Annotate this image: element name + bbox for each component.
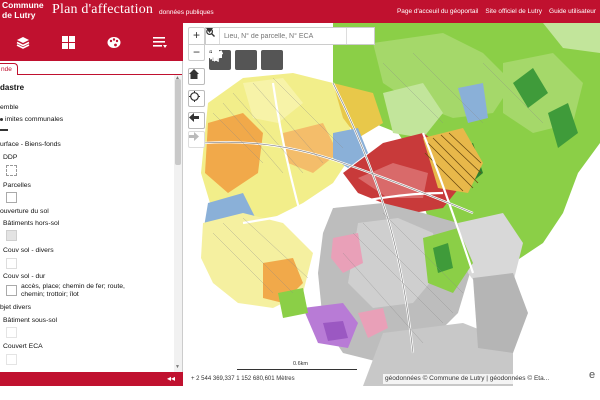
sidebar-footer: ◂◂ [0, 372, 183, 386]
batiments-symbol [6, 230, 17, 241]
top-header: Commune de Lutry Plan d'affectation donn… [0, 0, 600, 23]
legend-item-couv-dur: Couv sol - dur [3, 273, 46, 280]
palette-icon[interactable] [102, 30, 126, 54]
bat-sous-sol-symbol [6, 327, 17, 338]
zoom-control: + − [188, 27, 205, 61]
zoning-map[interactable] [183, 23, 600, 386]
limites-symbol [0, 118, 3, 121]
legend-tabbar: nde [0, 61, 182, 75]
link-official-site[interactable]: Site officiel de Lutry [485, 8, 542, 15]
ddp-symbol [6, 165, 17, 176]
legend-item-ddp: DDP [3, 154, 18, 161]
app-title: Plan d'affectation [52, 2, 154, 17]
location-search [205, 27, 375, 45]
parcelles-symbol [6, 192, 17, 203]
scale-label: 0.6km [293, 361, 308, 367]
legend-item-couvert-eca: Couvert ECA [3, 343, 43, 350]
scale-bar: 0.6km [237, 361, 357, 370]
legend-couv-dur-desc-1: accès, place; chemin de fer; route, [21, 283, 125, 290]
link-user-guide[interactable]: Guide utilisateur [549, 8, 596, 15]
search-input[interactable] [220, 29, 346, 43]
locate-icon[interactable] [188, 90, 205, 107]
zoom-in-button[interactable]: + [189, 28, 204, 44]
previous-extent-arrow-icon[interactable] [188, 112, 205, 129]
legend-item-objet-divers: bjet divers [0, 304, 31, 311]
legend-item-batiments: Bâtiments hors-sol [3, 220, 60, 227]
home-icon[interactable] [188, 68, 205, 85]
coordinate-readout: + 2 544 369,337 1 152 680,601 Mètres [189, 374, 297, 384]
legend-couv-dur-desc-2: chemin; trottoir; îlot [21, 291, 79, 298]
commune-logo[interactable]: Commune de Lutry [2, 0, 44, 20]
limites-line-symbol [0, 129, 8, 131]
zoom-out-button[interactable]: − [189, 44, 204, 60]
map-attribution: géodonnées © Commune de Lutry | géodonné… [383, 374, 552, 384]
page-bottom [0, 386, 600, 400]
legend-heading: dastre [0, 83, 25, 92]
legend-scrollbar[interactable]: ▲ ▼ [174, 75, 182, 372]
sidebar-toolbar [0, 23, 183, 61]
legend-item-limites: imites communales [5, 116, 64, 123]
map-tools [209, 50, 283, 70]
coordinate-value: 2 544 369,337 1 152 680,601 Mètres [196, 376, 295, 382]
legend-item-couv-divers: Couv sol - divers [3, 247, 54, 254]
logo-line-2: de Lutry [2, 9, 36, 20]
identify-pointer-icon[interactable] [209, 50, 283, 70]
scale-line [237, 369, 357, 370]
collapse-sidebar-button[interactable]: ◂◂ [167, 374, 175, 383]
header-links: Page d'acceuil du géoportail Site offici… [397, 8, 596, 15]
app-subtitle: données publiques [159, 9, 214, 16]
scroll-down-arrow-icon[interactable]: ▼ [175, 364, 180, 370]
corner-logo[interactable]: e [584, 366, 600, 384]
next-extent-arrow-icon[interactable] [188, 131, 205, 148]
legend-panel: nde dastre emble imites communales urfac… [0, 61, 183, 372]
print-icon[interactable] [209, 50, 257, 70]
list-icon[interactable] [148, 30, 172, 54]
search-icon[interactable] [206, 28, 364, 44]
legend-item-surface: urface - Biens-fonds [0, 141, 61, 148]
legend-item-couverture: ouverture du sol [0, 208, 49, 215]
couv-divers-symbol [6, 258, 17, 269]
legend-item-parcelles: Parcelles [3, 182, 31, 189]
scroll-thumb[interactable] [175, 79, 181, 165]
couvert-eca-symbol [6, 354, 17, 365]
layers-icon[interactable] [11, 30, 35, 54]
grid-icon[interactable] [57, 30, 81, 54]
legend-item-bat-sous-sol: Bâtiment sous-sol [3, 317, 58, 324]
tab-legend[interactable]: nde [0, 63, 18, 75]
map-view[interactable]: + − 0.6km + 2 544 369 [183, 23, 600, 386]
couv-dur-symbol [6, 285, 17, 296]
link-geoportail-home[interactable]: Page d'acceuil du géoportail [397, 8, 478, 15]
legend-item-ensemble: emble [0, 104, 19, 111]
